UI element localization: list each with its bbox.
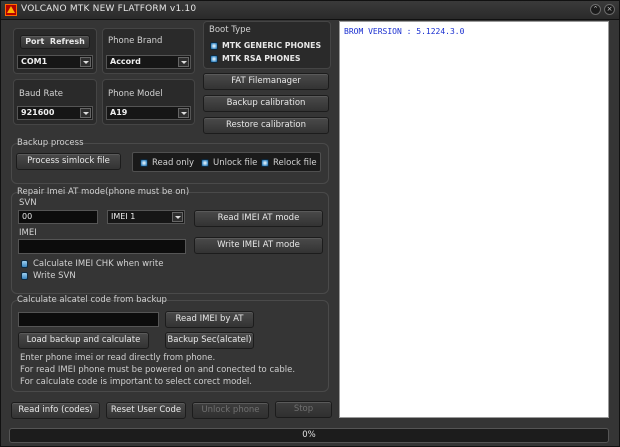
title-bar: VOLCANO MTK NEW FLATFORM v1.10 ⌃ × — [1, 1, 619, 20]
port-label: Port — [25, 37, 45, 46]
process-simlock-button[interactable]: Process simlock file — [16, 153, 121, 170]
write-imei-at-button[interactable]: Write IMEI AT mode — [194, 237, 323, 254]
app-window: VOLCANO MTK NEW FLATFORM v1.10 ⌃ × Port … — [0, 0, 620, 447]
refresh-label: Refresh — [49, 37, 85, 46]
chevron-down-icon — [172, 212, 183, 222]
log-output[interactable]: BROM VERSION : 5.1224.3.0 — [339, 21, 609, 418]
backup-process-label: Backup process — [17, 138, 84, 148]
mode-unlock-file[interactable]: Unlock file — [201, 158, 259, 168]
alcatel-info-line: For calculate code is important to selec… — [20, 377, 252, 387]
port-panel: Port Refresh COM1 — [13, 28, 97, 74]
radio-icon — [201, 159, 209, 167]
radio-icon — [140, 159, 148, 167]
close-icon[interactable]: × — [604, 4, 615, 15]
brand-label: Phone Brand — [108, 36, 163, 46]
model-label: Phone Model — [108, 89, 163, 99]
alcatel-group-label: Calculate alcatel code from backup — [17, 295, 167, 305]
load-backup-calculate-button[interactable]: Load backup and calculate — [18, 332, 149, 349]
model-select[interactable]: A19 — [106, 106, 191, 120]
brand-panel: Phone Brand Accord — [102, 28, 195, 74]
chevron-down-icon — [80, 57, 91, 67]
backup-calibration-button[interactable]: Backup calibration — [203, 95, 329, 112]
fat-filemanager-button[interactable]: FAT Filemanager — [203, 73, 329, 90]
baud-label: Baud Rate — [19, 89, 64, 99]
read-imei-at-button[interactable]: Read IMEI AT mode — [194, 210, 323, 227]
port-refresh-button[interactable]: Port Refresh — [20, 35, 90, 49]
mode-relock-file[interactable]: Relock file — [261, 158, 319, 168]
app-icon — [5, 4, 17, 16]
boot-option-rsa[interactable]: MTK RSA PHONES — [210, 54, 328, 66]
progress-bar: 0% — [9, 428, 609, 443]
chevron-down-icon — [178, 57, 189, 67]
radio-icon — [261, 159, 269, 167]
stop-button[interactable]: Stop — [275, 401, 332, 418]
boot-type-panel: Boot Type MTK GENERIC PHONES MTK RSA PHO… — [203, 21, 331, 69]
boot-type-label: Boot Type — [209, 25, 251, 35]
unlock-phone-button[interactable]: Unlock phone — [192, 402, 269, 419]
alcatel-info-line: Enter phone imei or read directly from p… — [20, 353, 216, 363]
alcatel-imei-input[interactable] — [18, 312, 159, 327]
window-title: VOLCANO MTK NEW FLATFORM v1.10 — [21, 4, 197, 14]
chevron-down-icon — [80, 108, 91, 118]
backup-sec-alcatel-button[interactable]: Backup Sec(alcatel) — [165, 332, 254, 349]
calculate-imei-chk-checkbox[interactable]: Calculate IMEI CHK when write — [21, 259, 171, 270]
imei-input[interactable] — [18, 239, 186, 254]
imei-label: IMEI — [19, 228, 37, 238]
alcatel-info-line: For read IMEI phone must be powered on a… — [20, 365, 296, 375]
mode-read-only[interactable]: Read only — [140, 158, 198, 168]
imei-slot-select[interactable]: IMEI 1 — [107, 210, 185, 224]
log-text: BROM VERSION : 5.1224.3.0 — [344, 27, 465, 36]
write-svn-checkbox[interactable]: Write SVN — [21, 271, 101, 282]
chevron-icon[interactable]: ⌃ — [590, 4, 601, 15]
brand-select[interactable]: Accord — [106, 55, 191, 69]
svn-label: SVN — [19, 198, 37, 208]
read-imei-by-at-button[interactable]: Read IMEI by AT — [165, 311, 254, 328]
imei-group-label: Repair Imei AT mode(phone must be on) — [17, 187, 190, 197]
boot-option-generic[interactable]: MTK GENERIC PHONES — [210, 41, 328, 53]
chevron-down-icon — [178, 108, 189, 118]
read-info-codes-button[interactable]: Read info (codes) — [11, 402, 100, 419]
baud-panel: Baud Rate 921600 — [13, 79, 97, 125]
reset-user-code-button[interactable]: Reset User Code — [106, 402, 186, 419]
svn-input[interactable]: 00 — [18, 210, 98, 224]
checkbox-icon — [21, 272, 28, 280]
port-select[interactable]: COM1 — [17, 55, 93, 69]
radio-icon — [210, 55, 218, 63]
baud-select[interactable]: 921600 — [17, 106, 93, 120]
radio-icon — [210, 42, 218, 50]
model-panel: Phone Model A19 — [102, 79, 195, 125]
checkbox-icon — [21, 260, 28, 268]
backup-mode-panel: Read only Unlock file Relock file — [132, 152, 321, 172]
progress-text: 0% — [302, 430, 316, 440]
restore-calibration-button[interactable]: Restore calibration — [203, 117, 329, 134]
